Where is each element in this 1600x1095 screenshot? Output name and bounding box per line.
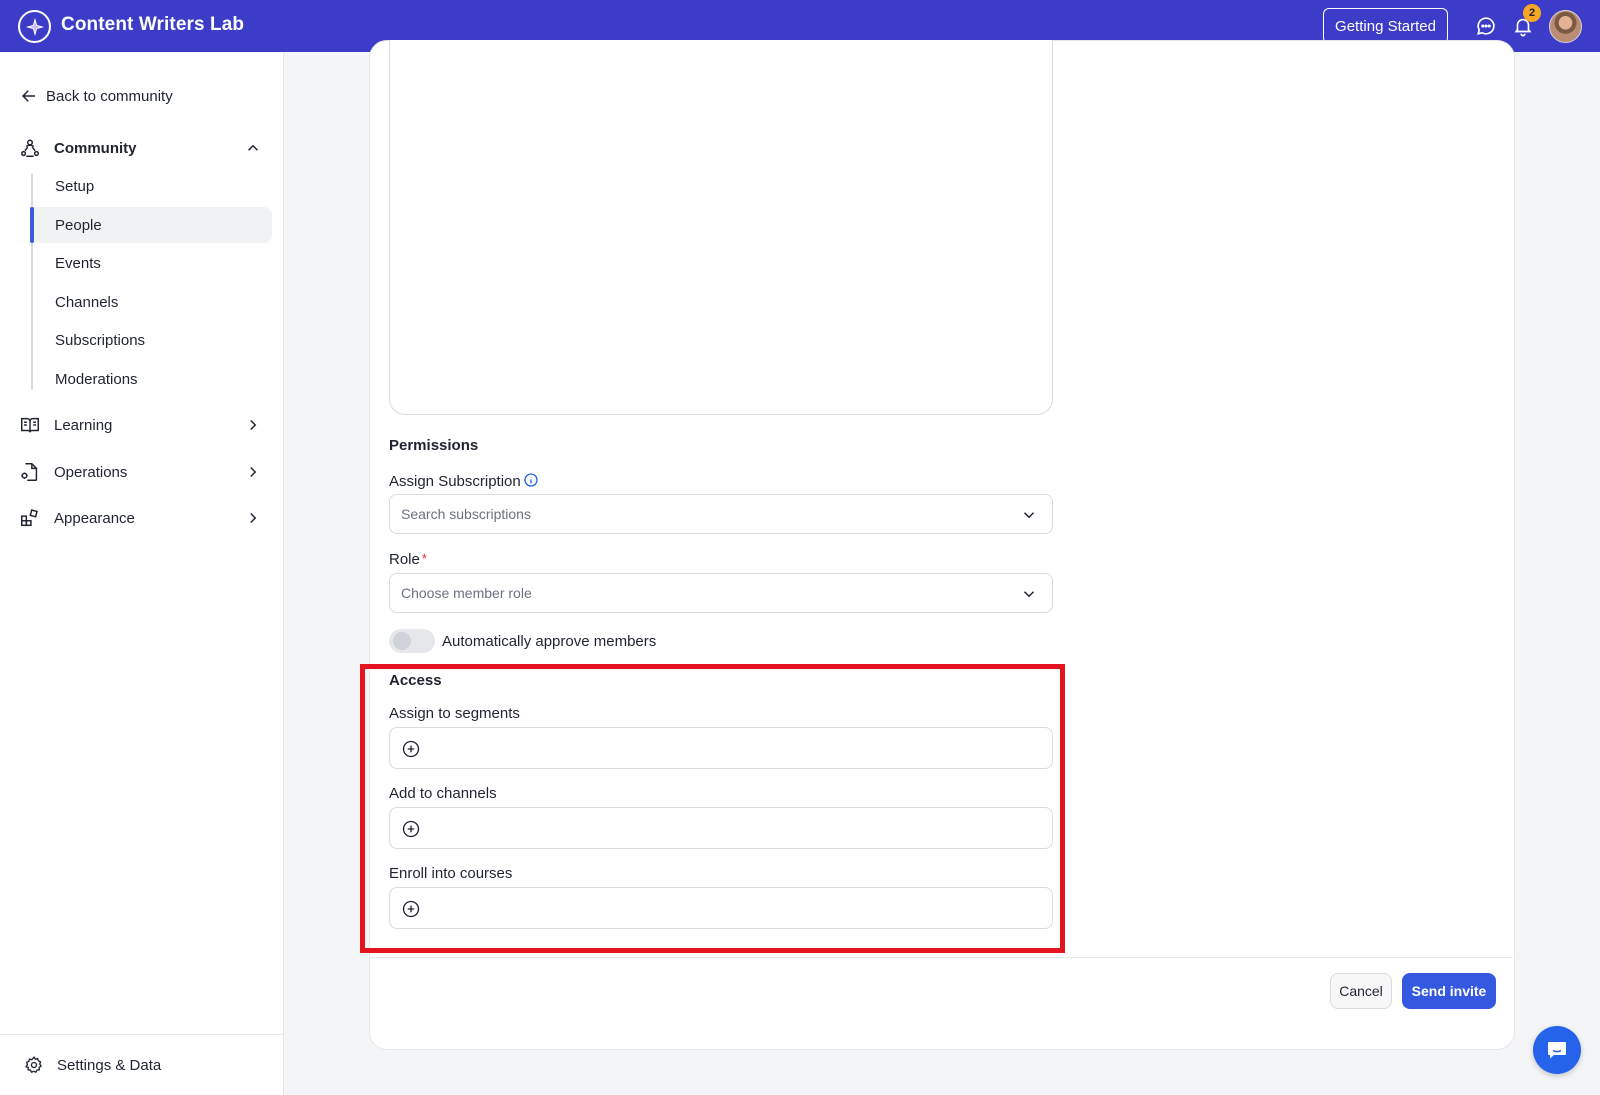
learning-label: Learning [54, 416, 113, 434]
required-mark: * [421, 551, 427, 566]
arrow-left-icon [21, 90, 35, 102]
segments-label: Assign to segments [389, 705, 520, 722]
chevron-down-icon [1023, 512, 1035, 519]
sidebar-section-appearance[interactable]: Appearance [19, 504, 264, 532]
community-icon [21, 139, 39, 157]
auto-approve-toggle[interactable] [389, 629, 435, 653]
layout-blocks-icon [21, 509, 38, 527]
chevron-right-icon[interactable] [244, 509, 262, 527]
plus-circle-icon[interactable] [401, 899, 421, 919]
chevron-down-icon [1023, 591, 1035, 598]
sidebar-section-learning[interactable]: Learning [19, 411, 264, 439]
chat-bubble-icon [1548, 1042, 1566, 1059]
back-link-label: Back to community [46, 87, 173, 105]
community-label: Community [54, 139, 137, 157]
notification-badge: 2 [1523, 4, 1541, 22]
info-icon[interactable] [523, 472, 539, 488]
getting-started-button[interactable]: Getting Started [1323, 8, 1448, 44]
back-to-community-link[interactable]: Back to community [20, 87, 173, 105]
role-label-text: Role [389, 551, 420, 568]
cancel-button[interactable]: Cancel [1330, 973, 1392, 1009]
sidebar-section-operations[interactable]: Operations [19, 458, 264, 486]
courses-label: Enroll into courses [389, 865, 513, 882]
segments-field[interactable] [389, 727, 1053, 769]
subscription-select[interactable]: Search subscriptions [389, 494, 1053, 534]
sidebar-item-setup[interactable]: Setup [32, 168, 272, 204]
courses-field[interactable] [389, 887, 1053, 929]
book-icon [21, 417, 39, 433]
settings-and-data-link[interactable]: Settings & Data [0, 1034, 283, 1095]
role-label: Role * [389, 551, 427, 568]
sidebar-item-subscriptions[interactable]: Subscriptions [32, 322, 272, 358]
chevron-up-icon[interactable] [244, 139, 262, 157]
access-heading: Access [389, 672, 442, 689]
app-title[interactable]: Content Writers Lab [61, 14, 244, 36]
document-gear-icon [21, 463, 38, 481]
support-chat-button[interactable] [1533, 1026, 1581, 1074]
assign-subscription-label: Assign Subscription [389, 472, 539, 490]
subscription-placeholder: Search subscriptions [401, 506, 531, 522]
role-placeholder: Choose member role [401, 585, 532, 601]
footer-divider [370, 957, 1513, 958]
sidebar-section-community[interactable]: Community [19, 134, 264, 162]
channels-label: Add to channels [389, 785, 497, 802]
plus-circle-icon[interactable] [401, 739, 421, 759]
chat-icon[interactable] [1475, 15, 1497, 37]
operations-label: Operations [54, 463, 128, 481]
permissions-heading: Permissions [389, 437, 479, 454]
appearance-label: Appearance [54, 509, 135, 527]
chevron-right-icon[interactable] [244, 463, 262, 481]
settings-label: Settings & Data [57, 1056, 162, 1074]
sidebar-item-channels[interactable]: Channels [32, 284, 272, 320]
gear-icon [25, 1055, 42, 1074]
sidebar-item-moderations[interactable]: Moderations [32, 361, 272, 397]
chevron-right-icon[interactable] [244, 416, 262, 434]
auto-approve-label: Automatically approve members [442, 633, 657, 650]
message-textarea[interactable] [389, 40, 1053, 415]
send-invite-button[interactable]: Send invite [1402, 973, 1496, 1009]
sidebar-item-people[interactable]: People [30, 207, 272, 243]
assign-subscription-text: Assign Subscription [389, 473, 521, 490]
user-avatar[interactable] [1549, 10, 1582, 43]
channels-field[interactable] [389, 807, 1053, 849]
role-select[interactable]: Choose member role [389, 573, 1053, 613]
app-logo-icon[interactable] [18, 10, 51, 43]
plus-circle-icon[interactable] [401, 819, 421, 839]
sidebar-item-events[interactable]: Events [32, 245, 272, 281]
sidebar: Back to community Community Setup People… [0, 52, 284, 1095]
